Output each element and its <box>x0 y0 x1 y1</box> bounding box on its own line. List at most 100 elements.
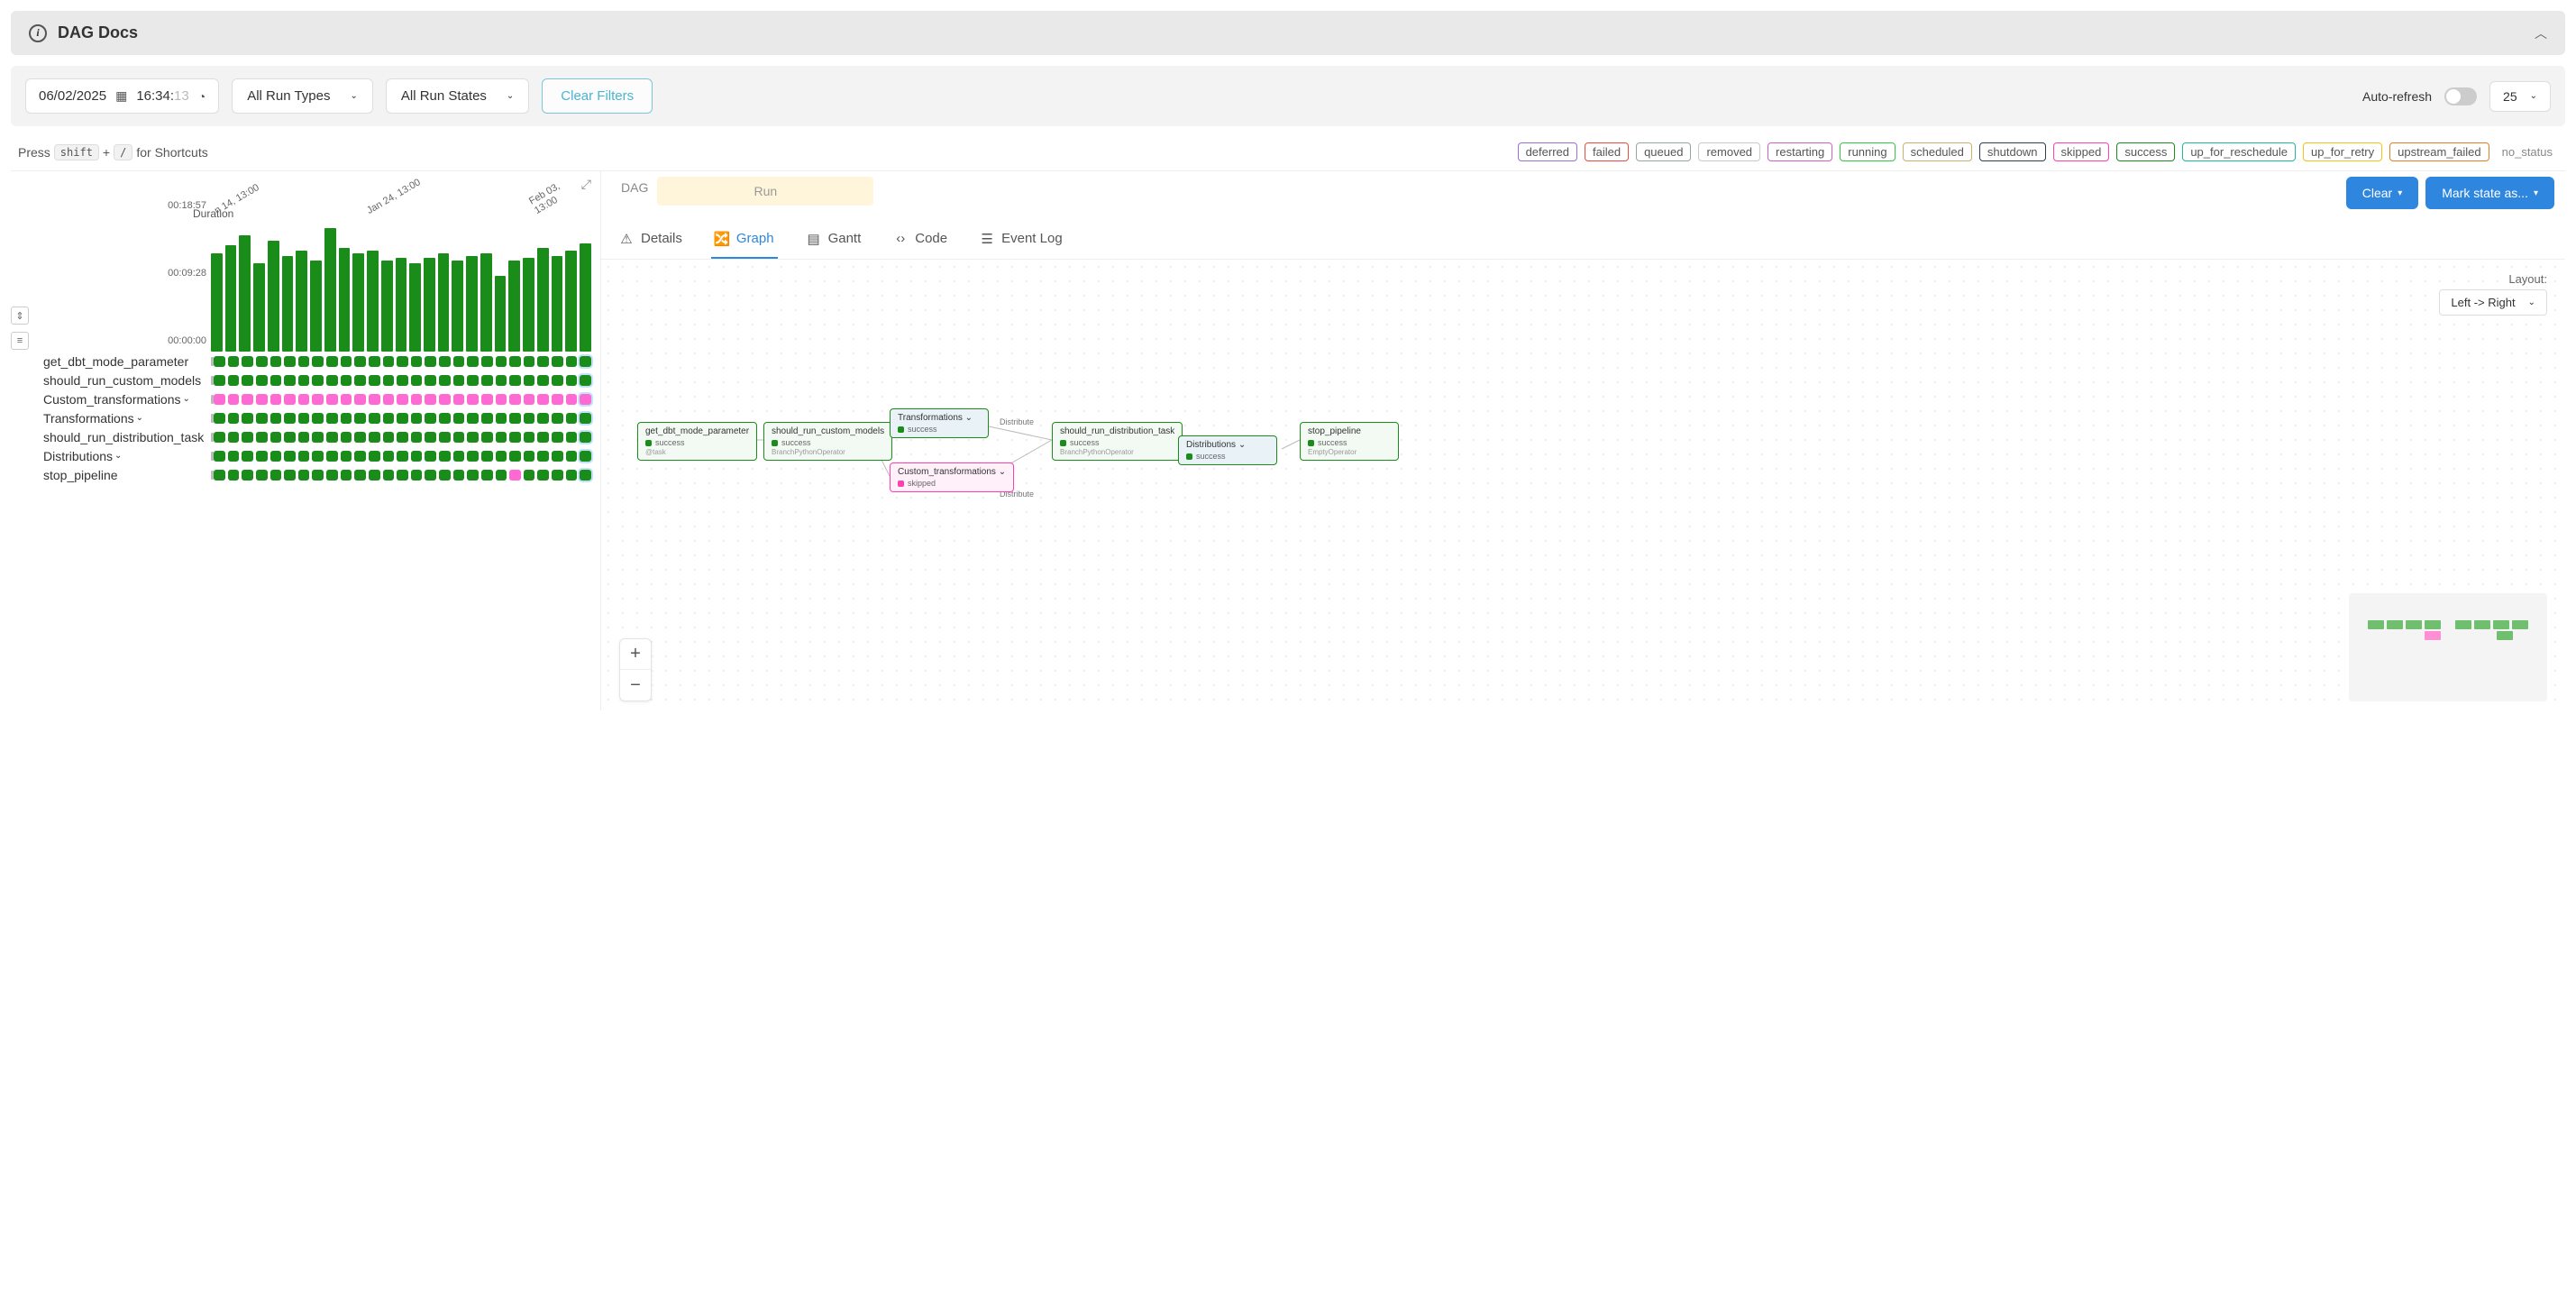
task-instance-cell[interactable] <box>580 432 591 443</box>
task-instance-cell[interactable] <box>397 451 408 462</box>
task-instance-cell[interactable] <box>496 375 507 386</box>
collapse-all-button[interactable]: ≡ <box>11 332 29 350</box>
run-bar[interactable] <box>565 251 577 352</box>
run-bar[interactable] <box>508 261 520 352</box>
task-instance-cell[interactable] <box>228 451 240 462</box>
task-instance-cell[interactable] <box>425 432 436 443</box>
task-instance-cell[interactable] <box>270 413 282 424</box>
run-bar[interactable] <box>580 243 591 352</box>
task-instance-cell[interactable] <box>312 470 324 481</box>
run-states-select[interactable]: All Run States ⌄ <box>386 78 529 114</box>
task-instance-cell[interactable] <box>214 394 225 405</box>
task-instance-cell[interactable] <box>369 375 380 386</box>
task-instance-cell[interactable] <box>552 394 563 405</box>
task-instance-cell[interactable] <box>496 470 507 481</box>
task-instance-cell[interactable] <box>298 413 310 424</box>
task-instance-cell[interactable] <box>341 394 352 405</box>
task-instance-cell[interactable] <box>270 432 282 443</box>
task-instance-cell[interactable] <box>580 470 591 481</box>
run-bar[interactable] <box>523 258 534 352</box>
task-instance-cell[interactable] <box>467 394 479 405</box>
task-instance-cell[interactable] <box>411 432 423 443</box>
task-instance-cell[interactable] <box>496 413 507 424</box>
task-instance-cell[interactable] <box>580 413 591 424</box>
run-bar[interactable] <box>324 228 336 352</box>
task-instance-cell[interactable] <box>467 375 479 386</box>
task-instance-cell[interactable] <box>312 394 324 405</box>
node-stop-pipeline[interactable]: stop_pipeline success EmptyOperator <box>1300 422 1399 461</box>
tab-graph[interactable]: 🔀 Graph <box>711 224 778 259</box>
task-instance-cell[interactable] <box>397 375 408 386</box>
task-instance-cell[interactable] <box>228 394 240 405</box>
node-should-run-custom[interactable]: should_run_custom_models success BranchP… <box>763 422 892 461</box>
task-instance-cell[interactable] <box>284 451 296 462</box>
task-instance-cell[interactable] <box>242 375 253 386</box>
task-instance-cell[interactable] <box>411 394 423 405</box>
task-instance-cell[interactable] <box>354 356 366 367</box>
graph-canvas[interactable]: Layout: Left -> Right ⌄ Distribute Distr… <box>601 260 2565 710</box>
task-instance-cell[interactable] <box>369 394 380 405</box>
task-instance-cell[interactable] <box>228 432 240 443</box>
task-instance-cell[interactable] <box>566 413 578 424</box>
run-bar[interactable] <box>282 256 294 352</box>
task-instance-cell[interactable] <box>566 470 578 481</box>
task-instance-cell[interactable] <box>214 470 225 481</box>
task-label[interactable]: stop_pipeline <box>31 468 211 482</box>
breadcrumb-run[interactable]: Run <box>657 177 873 206</box>
task-instance-cell[interactable] <box>580 394 591 405</box>
task-instance-cell[interactable] <box>496 451 507 462</box>
task-instance-cell[interactable] <box>481 356 493 367</box>
minimap[interactable] <box>2349 593 2547 701</box>
task-instance-cell[interactable] <box>326 375 338 386</box>
task-instance-cell[interactable] <box>256 413 268 424</box>
task-label[interactable]: Distributions⌄ <box>31 449 211 463</box>
task-instance-cell[interactable] <box>228 413 240 424</box>
task-instance-cell[interactable] <box>369 356 380 367</box>
task-instance-cell[interactable] <box>509 394 521 405</box>
task-instance-cell[interactable] <box>369 413 380 424</box>
task-instance-cell[interactable] <box>411 470 423 481</box>
task-instance-cell[interactable] <box>354 470 366 481</box>
task-instance-cell[interactable] <box>411 375 423 386</box>
task-instance-cell[interactable] <box>383 375 395 386</box>
task-instance-cell[interactable] <box>228 356 240 367</box>
task-label[interactable]: get_dbt_mode_parameter <box>31 354 211 369</box>
auto-refresh-toggle[interactable] <box>2444 87 2477 105</box>
task-instance-cell[interactable] <box>298 432 310 443</box>
legend-shutdown[interactable]: shutdown <box>1979 142 2046 161</box>
datetime-input[interactable]: 06/02/2025 ▦ 16:34:13 ◔ <box>25 78 219 114</box>
task-instance-cell[interactable] <box>354 432 366 443</box>
task-instance-cell[interactable] <box>284 356 296 367</box>
task-instance-cell[interactable] <box>341 470 352 481</box>
task-instance-cell[interactable] <box>453 413 465 424</box>
task-instance-cell[interactable] <box>242 413 253 424</box>
legend-running[interactable]: running <box>1840 142 1895 161</box>
run-bar[interactable] <box>552 256 563 352</box>
task-instance-cell[interactable] <box>481 470 493 481</box>
run-bar[interactable] <box>381 261 393 352</box>
task-instance-cell[interactable] <box>270 451 282 462</box>
task-instance-cell[interactable] <box>397 394 408 405</box>
task-instance-cell[interactable] <box>552 356 563 367</box>
task-instance-cell[interactable] <box>397 413 408 424</box>
task-instance-cell[interactable] <box>467 470 479 481</box>
task-instance-cell[interactable] <box>566 394 578 405</box>
duration-chart[interactable]: Duration 00:00:0000:09:2800:18:57 n 14, … <box>211 180 591 352</box>
run-bar[interactable] <box>225 245 237 352</box>
task-instance-cell[interactable] <box>509 413 521 424</box>
task-instance-cell[interactable] <box>256 451 268 462</box>
run-bar[interactable] <box>211 253 223 352</box>
task-instance-cell[interactable] <box>383 451 395 462</box>
task-instance-cell[interactable] <box>425 394 436 405</box>
task-instance-cell[interactable] <box>298 356 310 367</box>
task-instance-cell[interactable] <box>509 356 521 367</box>
task-instance-cell[interactable] <box>284 432 296 443</box>
task-instance-cell[interactable] <box>228 375 240 386</box>
task-instance-cell[interactable] <box>270 394 282 405</box>
task-instance-cell[interactable] <box>284 375 296 386</box>
legend-up_for_retry[interactable]: up_for_retry <box>2303 142 2382 161</box>
task-instance-cell[interactable] <box>369 470 380 481</box>
task-instance-cell[interactable] <box>270 375 282 386</box>
task-instance-cell[interactable] <box>509 432 521 443</box>
task-instance-cell[interactable] <box>242 394 253 405</box>
